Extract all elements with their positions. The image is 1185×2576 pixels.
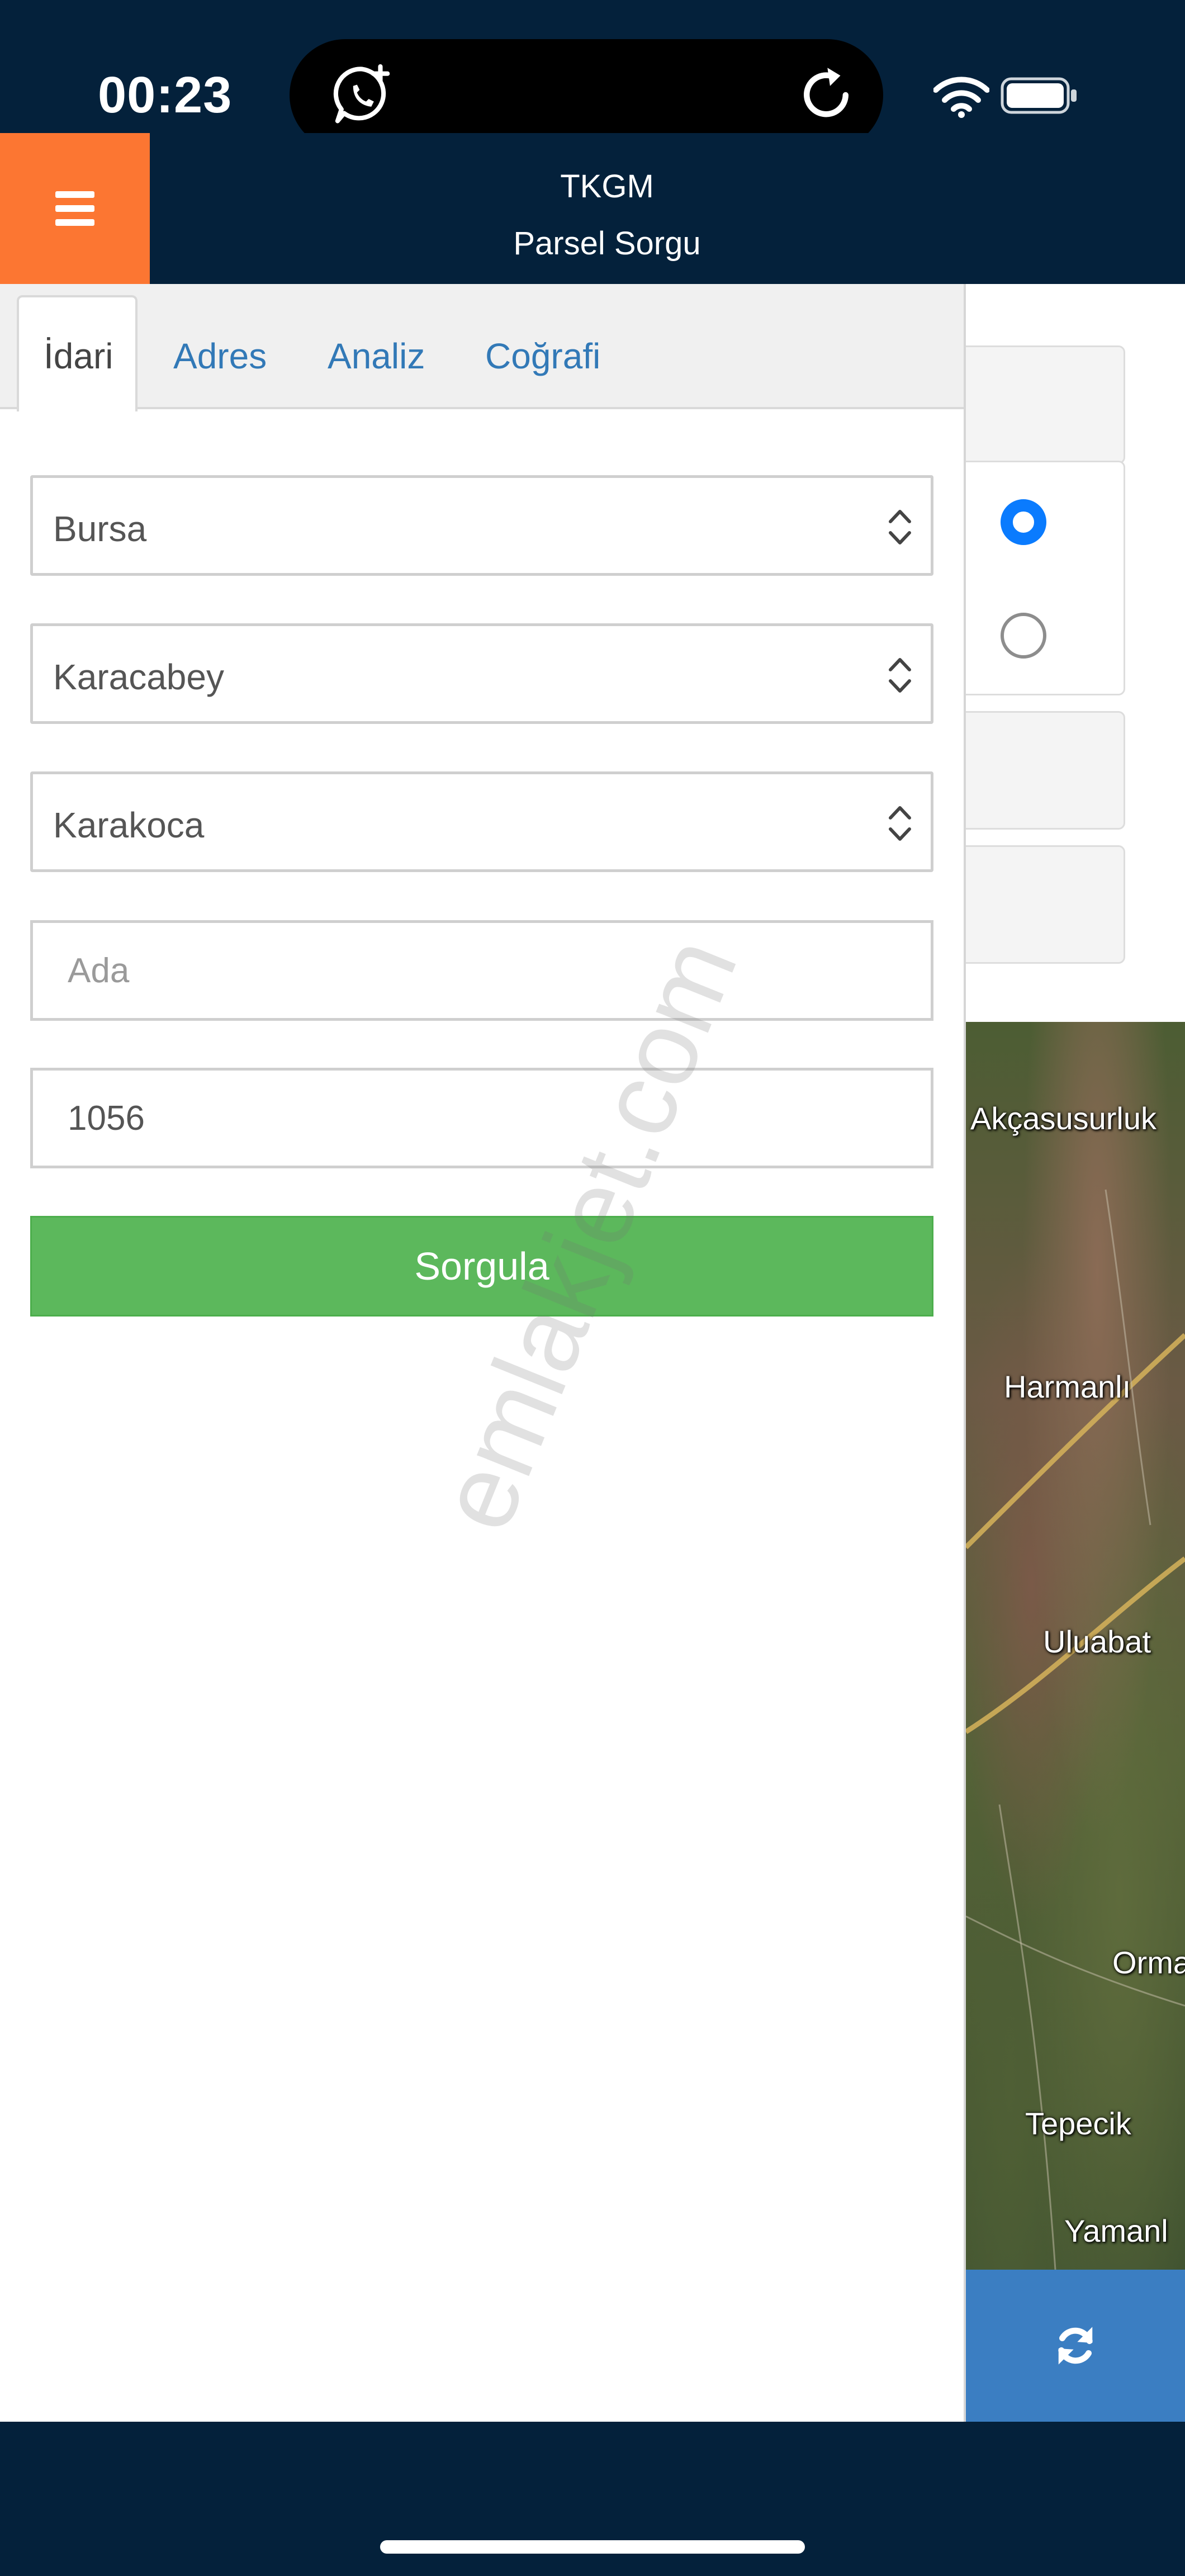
parsel-input[interactable] — [30, 1068, 933, 1168]
map-label: Harmanlı — [1004, 1369, 1131, 1404]
select-arrows-icon — [889, 806, 911, 841]
neighborhood-select[interactable]: Karakoca — [30, 771, 933, 872]
refresh-map-button[interactable] — [966, 2270, 1185, 2422]
battery-icon — [1001, 77, 1077, 114]
district-select[interactable]: Karacabey — [30, 623, 933, 724]
hamburger-icon — [55, 191, 94, 226]
map-label: Akçasusurluk — [970, 1101, 1157, 1136]
app-title: TKGM — [560, 168, 654, 205]
layer-radio-selected[interactable] — [1001, 499, 1046, 545]
option-panel[interactable] — [957, 845, 1125, 964]
tab-adres[interactable]: Adres — [173, 335, 267, 377]
map-label: Yamanl — [1064, 2213, 1168, 2248]
satellite-map[interactable]: Akçasusurluk Harmanlı Uluabat Orma Tepec… — [966, 1022, 1185, 2270]
wifi-icon — [933, 77, 989, 118]
reload-icon — [804, 68, 849, 117]
map-label: Orma — [1112, 1945, 1185, 1980]
home-indicator[interactable] — [380, 2540, 805, 2554]
tab-bar — [0, 284, 964, 409]
province-select[interactable]: Bursa — [30, 475, 933, 576]
neighborhood-select-value: Karakoca — [53, 805, 205, 845]
layer-options-list — [957, 461, 1125, 695]
menu-button[interactable] — [0, 133, 150, 284]
refresh-icon — [1058, 2327, 1093, 2365]
tab-analiz[interactable]: Analiz — [328, 335, 425, 377]
query-button[interactable]: Sorgula — [30, 1216, 933, 1317]
map-label: Uluabat — [1043, 1624, 1151, 1659]
map-label: Tepecik — [1025, 2106, 1131, 2141]
app-subtitle: Parsel Sorgu — [513, 225, 701, 262]
option-panel[interactable] — [957, 711, 1125, 830]
tab-cografi[interactable]: Coğrafi — [485, 335, 600, 377]
whatsapp-icon — [333, 64, 390, 124]
district-select-value: Karacabey — [53, 657, 224, 697]
province-select-value: Bursa — [53, 509, 147, 549]
status-time: 00:23 — [98, 67, 233, 124]
tab-idari-label: İdari — [44, 336, 113, 376]
select-arrows-icon — [889, 510, 911, 544]
select-arrows-icon — [889, 658, 911, 693]
ada-input[interactable] — [30, 920, 933, 1021]
layer-radio[interactable] — [1001, 613, 1046, 659]
layer-options-header — [957, 345, 1125, 464]
